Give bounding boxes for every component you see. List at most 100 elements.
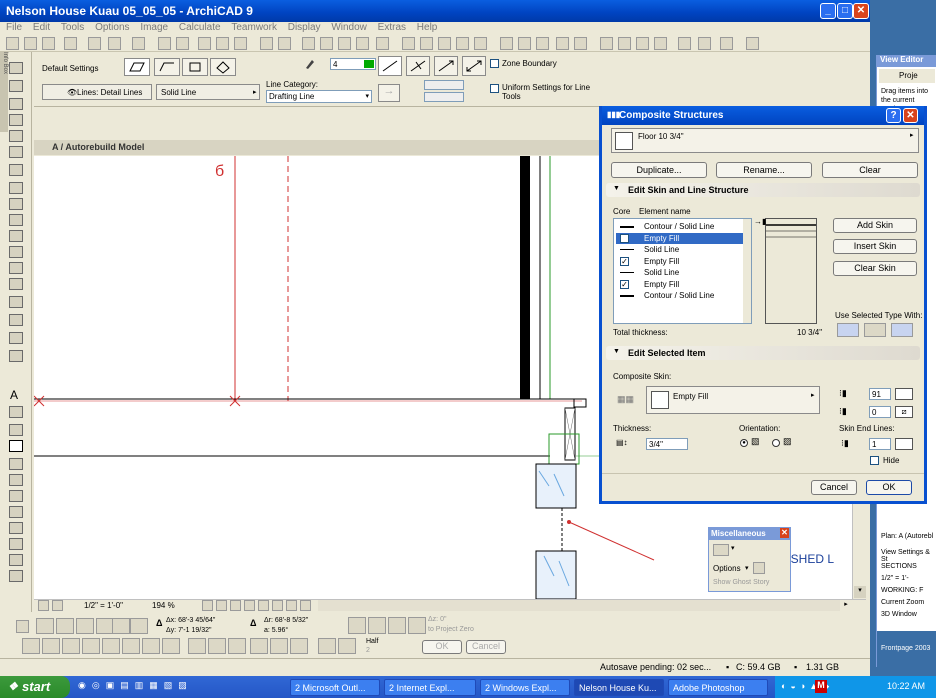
title-bar[interactable]: Nelson House Kuau 05_05_05 - ArchiCAD 9 … (0, 0, 870, 22)
detail-tool-icon[interactable] (9, 538, 23, 550)
maximize-button[interactable]: □ (837, 3, 853, 19)
ghost-settings-icon[interactable] (753, 562, 765, 574)
slab-tool-icon[interactable] (9, 182, 23, 194)
line-category-dropdown[interactable]: Drafting Line ▾ (266, 90, 372, 103)
line-double-arrow-icon[interactable] (462, 56, 486, 76)
snap-settings-icon[interactable] (290, 638, 308, 654)
core-checkbox[interactable]: ✓ (620, 256, 629, 266)
skin-row[interactable]: Solid Line (616, 267, 744, 278)
task-windows-explorer[interactable]: 2 Windows Expl... (480, 679, 570, 696)
figure-tool-icon[interactable] (9, 554, 23, 566)
rectangle-geometry-icon[interactable] (182, 58, 208, 76)
lock-icon[interactable] (338, 37, 351, 50)
constraint-line-icon[interactable] (22, 638, 40, 654)
tray-m-icon[interactable]: M (815, 680, 827, 693)
zone-tool-icon[interactable] (9, 246, 23, 258)
info-box-tab[interactable]: Info Box (0, 52, 8, 132)
magic-wand-icon[interactable] (208, 638, 226, 654)
view-item-scale[interactable]: 1/2" = 1'- (881, 573, 936, 585)
roof-icon[interactable] (456, 37, 469, 50)
snap-perp-icon[interactable] (408, 617, 426, 634)
grid-icon[interactable] (260, 37, 273, 50)
skin-row[interactable]: ✓ Empty Fill (616, 279, 744, 290)
construction-grid-icon[interactable] (76, 618, 94, 634)
marquee-tool-icon[interactable] (9, 80, 23, 92)
start-button[interactable]: ❖ start (0, 676, 70, 698)
view-item-working[interactable]: WORKING: F (881, 585, 936, 597)
constraint-parallel-icon[interactable] (42, 638, 60, 654)
insert-skin-button[interactable]: Insert Skin (833, 239, 917, 254)
composite-skin-selector[interactable]: Empty Fill ▸ (646, 386, 820, 414)
3d-axo-icon[interactable] (518, 37, 531, 50)
drawing-tool-icon[interactable] (9, 570, 23, 582)
background-pen-field[interactable]: 0 (869, 406, 891, 418)
grid-icon[interactable] (112, 618, 130, 634)
angle-dim-tool-icon[interactable] (9, 350, 23, 362)
hotspot-tool-icon[interactable] (9, 490, 23, 502)
skin-row[interactable]: ✓ Empty Fill (616, 232, 744, 244)
print-icon[interactable] (64, 37, 77, 50)
pen-icon[interactable] (108, 37, 121, 50)
scroll-track[interactable] (318, 600, 840, 611)
menu-image[interactable]: Image (140, 22, 168, 33)
structure-selector[interactable]: Floor 10 3/4" ▸ (611, 128, 919, 153)
delete-x-icon[interactable] (318, 638, 336, 654)
cursor-snap-icon[interactable] (228, 638, 246, 654)
layer-quick-icon[interactable] (38, 600, 49, 611)
dimension-tool-icon[interactable] (9, 314, 23, 326)
column-tool-icon[interactable] (9, 146, 23, 158)
quick-launch-icons[interactable]: ◉◎▣▤▥▦▧▨ (78, 680, 248, 695)
object-tool-icon[interactable] (9, 214, 23, 226)
new-icon[interactable] (6, 37, 19, 50)
project-tab[interactable]: Proje (879, 69, 935, 83)
menu-teamwork[interactable]: Teamwork (231, 22, 277, 33)
zoom-in-icon[interactable] (216, 600, 227, 611)
skin-row[interactable]: Contour / Solid Line (616, 221, 744, 232)
dialog-ok-button[interactable]: OK (866, 480, 912, 495)
snap-edge-icon[interactable] (388, 617, 406, 634)
end-line-pen-field[interactable]: 1 (869, 438, 891, 450)
constraint-bisector-icon[interactable] (102, 638, 120, 654)
use-with-wall-icon[interactable] (837, 323, 859, 337)
duplicate-button[interactable]: Duplicate... (611, 162, 707, 178)
settings-icon[interactable] (746, 37, 759, 50)
snap-reference-icon[interactable] (250, 638, 268, 654)
view-item-sections[interactable]: SECTIONS (881, 561, 936, 573)
library-icon[interactable] (618, 37, 631, 50)
close-button[interactable]: ✕ (853, 3, 869, 19)
label-tool-icon[interactable] (9, 406, 23, 418)
dialog-title-bar[interactable]: ▮▮▮ Composite Structures ? ✕ (602, 106, 924, 125)
skin-row[interactable]: Solid Line (616, 244, 744, 255)
render-icon[interactable] (536, 37, 549, 50)
task-photoshop[interactable]: Adobe Photoshop (668, 679, 768, 696)
skin-list[interactable]: Contour / Solid Line ✓ Empty Fill Solid Lin… (613, 218, 752, 324)
orientation-radio-2[interactable] (772, 439, 780, 447)
view-editor-title[interactable]: View Editor (877, 55, 936, 67)
menu-options[interactable]: Options (95, 22, 129, 33)
open-icon[interactable] (24, 37, 37, 50)
dialog-cancel-button[interactable]: Cancel (811, 480, 857, 495)
level-dim-tool-icon[interactable] (9, 332, 23, 344)
roof-tool-icon[interactable] (9, 262, 23, 274)
ungroup-icon[interactable] (320, 37, 333, 50)
elevation-icon[interactable] (420, 37, 433, 50)
misc-layer-icon[interactable] (713, 544, 729, 556)
constraint-tangent-icon[interactable] (142, 638, 160, 654)
menu-file[interactable]: File (6, 22, 22, 33)
constraint-offset-icon[interactable] (122, 638, 140, 654)
zoom-next-icon[interactable] (272, 600, 283, 611)
menu-calculate[interactable]: Calculate (179, 22, 221, 33)
coord-cancel-button[interactable]: Cancel (466, 640, 506, 654)
fill-pen-swatch[interactable] (895, 388, 913, 400)
view-item-3d-window[interactable]: 3D Window (881, 609, 936, 621)
orientation-radio-1[interactable]: ● (740, 439, 748, 447)
use-with-slab-icon[interactable] (864, 323, 886, 337)
task-internet-explorer[interactable]: 2 Internet Expl... (384, 679, 476, 696)
camera-icon[interactable] (556, 37, 569, 50)
transparent-swatch-icon[interactable]: ⧄ (895, 406, 913, 418)
snap-icon[interactable] (278, 37, 291, 50)
circle-tool-icon[interactable] (9, 474, 23, 486)
line-arrow-icon[interactable] (434, 56, 458, 76)
line-type-selector[interactable]: Solid Line ▸ (156, 84, 260, 100)
core-checkbox[interactable]: ✓ (620, 279, 629, 289)
